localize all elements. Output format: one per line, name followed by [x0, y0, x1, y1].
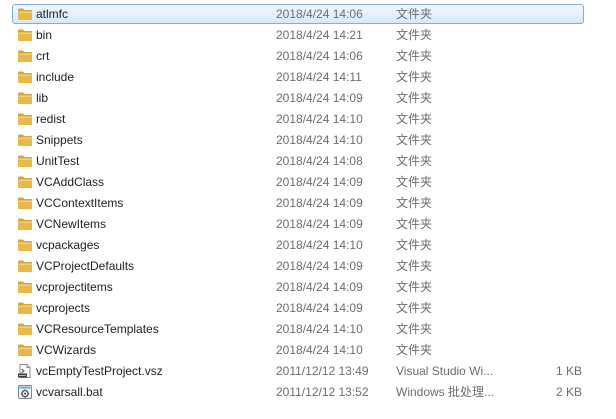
- file-row[interactable]: Snippets 2018/4/24 14:10 文件夹: [0, 130, 616, 151]
- file-type: Windows 批处理...: [396, 385, 495, 399]
- folder-icon: [17, 238, 33, 252]
- folder-icon: [17, 49, 33, 63]
- file-name: vcEmptyTestProject.vsz: [36, 364, 163, 378]
- file-type: 文件夹: [396, 91, 433, 105]
- file-row[interactable]: atlmfc 2018/4/24 14:06 文件夹: [0, 4, 616, 25]
- file-name: vcvarsall.bat: [36, 385, 103, 399]
- file-type: 文件夹: [396, 280, 433, 294]
- file-date-modified: 2018/4/24 14:06: [276, 7, 363, 21]
- file-row[interactable]: VCAddClass 2018/4/24 14:09 文件夹: [0, 172, 616, 193]
- file-type: 文件夹: [396, 259, 433, 273]
- file-date-modified: 2018/4/24 14:10: [276, 238, 363, 252]
- folder-icon: [17, 112, 33, 126]
- file-name: VCProjectDefaults: [36, 259, 135, 273]
- file-date-modified: 2011/12/12 13:49: [276, 364, 369, 378]
- file-type: 文件夹: [396, 133, 433, 147]
- file-type: 文件夹: [396, 7, 433, 21]
- file-date-modified: 2018/4/24 14:10: [276, 112, 363, 126]
- bat-file-icon: [17, 385, 33, 399]
- file-row[interactable]: vcpackages 2018/4/24 14:10 文件夹: [0, 235, 616, 256]
- file-row[interactable]: redist 2018/4/24 14:10 文件夹: [0, 109, 616, 130]
- file-name: vcpackages: [36, 238, 100, 252]
- file-type: 文件夹: [396, 322, 433, 336]
- folder-icon: [17, 259, 33, 273]
- file-type: 文件夹: [396, 175, 433, 189]
- file-date-modified: 2018/4/24 14:09: [276, 301, 363, 315]
- vsz-file-icon: [17, 364, 33, 378]
- file-type: 文件夹: [396, 238, 433, 252]
- file-type: 文件夹: [396, 112, 433, 126]
- file-date-modified: 2018/4/24 14:09: [276, 175, 363, 189]
- file-date-modified: 2018/4/24 14:09: [276, 259, 363, 273]
- file-name: vcprojects: [36, 301, 91, 315]
- file-date-modified: 2018/4/24 14:09: [276, 196, 363, 210]
- file-date-modified: 2018/4/24 14:21: [276, 28, 363, 42]
- file-date-modified: 2018/4/24 14:09: [276, 280, 363, 294]
- file-row[interactable]: vcvarsall.bat 2011/12/12 13:52 Windows 批…: [0, 382, 616, 403]
- file-type: 文件夹: [396, 49, 433, 63]
- file-type: 文件夹: [396, 154, 433, 168]
- folder-icon: [17, 7, 33, 21]
- file-name: redist: [36, 112, 66, 126]
- file-name: UnitTest: [36, 154, 80, 168]
- folder-icon: [17, 301, 33, 315]
- folder-icon: [17, 133, 33, 147]
- file-date-modified: 2011/12/12 13:52: [276, 385, 369, 399]
- file-date-modified: 2018/4/24 14:11: [276, 70, 362, 84]
- file-type: 文件夹: [396, 343, 433, 357]
- file-date-modified: 2018/4/24 14:09: [276, 217, 363, 231]
- file-date-modified: 2018/4/24 14:09: [276, 91, 363, 105]
- file-row[interactable]: VCNewItems 2018/4/24 14:09 文件夹: [0, 214, 616, 235]
- file-size: 1 KB: [555, 364, 582, 378]
- file-date-modified: 2018/4/24 14:10: [276, 322, 363, 336]
- file-date-modified: 2018/4/24 14:10: [276, 133, 363, 147]
- folder-icon: [17, 280, 33, 294]
- file-row[interactable]: crt 2018/4/24 14:06 文件夹: [0, 46, 616, 67]
- file-name: VCContextItems: [36, 196, 124, 210]
- folder-icon: [17, 343, 33, 357]
- file-name: Snippets: [36, 133, 83, 147]
- file-name: include: [36, 70, 75, 84]
- file-name: lib: [36, 91, 49, 105]
- file-name: crt: [36, 49, 50, 63]
- file-type: 文件夹: [396, 196, 433, 210]
- file-type: 文件夹: [396, 217, 433, 231]
- file-name: vcprojectitems: [36, 280, 113, 294]
- folder-icon: [17, 154, 33, 168]
- file-name: atlmfc: [36, 7, 69, 21]
- file-row[interactable]: vcprojectitems 2018/4/24 14:09 文件夹: [0, 277, 616, 298]
- file-row[interactable]: VCResourceTemplates 2018/4/24 14:10 文件夹: [0, 319, 616, 340]
- file-row[interactable]: bin 2018/4/24 14:21 文件夹: [0, 25, 616, 46]
- file-type: 文件夹: [396, 70, 433, 84]
- file-date-modified: 2018/4/24 14:06: [276, 49, 363, 63]
- file-row[interactable]: VCProjectDefaults 2018/4/24 14:09 文件夹: [0, 256, 616, 277]
- file-name: VCNewItems: [36, 217, 107, 231]
- file-name: bin: [36, 28, 53, 42]
- file-row[interactable]: include 2018/4/24 14:11 文件夹: [0, 67, 616, 88]
- folder-icon: [17, 70, 33, 84]
- file-type: Visual Studio Wi...: [396, 364, 494, 378]
- file-type: 文件夹: [396, 301, 433, 315]
- file-size: 2 KB: [555, 385, 582, 399]
- file-row[interactable]: VCWizards 2018/4/24 14:10 文件夹: [0, 340, 616, 361]
- file-row[interactable]: UnitTest 2018/4/24 14:08 文件夹: [0, 151, 616, 172]
- file-name: VCAddClass: [36, 175, 105, 189]
- file-list: atlmfc 2018/4/24 14:06 文件夹 bin 2018/4/24…: [0, 4, 616, 403]
- folder-icon: [17, 91, 33, 105]
- folder-icon: [17, 175, 33, 189]
- folder-icon: [17, 28, 33, 42]
- file-date-modified: 2018/4/24 14:10: [276, 343, 363, 357]
- file-name: VCWizards: [36, 343, 97, 357]
- file-name: VCResourceTemplates: [36, 322, 159, 336]
- folder-icon: [17, 322, 33, 336]
- file-row[interactable]: vcEmptyTestProject.vsz 2011/12/12 13:49 …: [0, 361, 616, 382]
- file-date-modified: 2018/4/24 14:08: [276, 154, 363, 168]
- file-row[interactable]: lib 2018/4/24 14:09 文件夹: [0, 88, 616, 109]
- file-row[interactable]: vcprojects 2018/4/24 14:09 文件夹: [0, 298, 616, 319]
- file-type: 文件夹: [396, 28, 433, 42]
- file-row[interactable]: VCContextItems 2018/4/24 14:09 文件夹: [0, 193, 616, 214]
- folder-icon: [17, 217, 33, 231]
- folder-icon: [17, 196, 33, 210]
